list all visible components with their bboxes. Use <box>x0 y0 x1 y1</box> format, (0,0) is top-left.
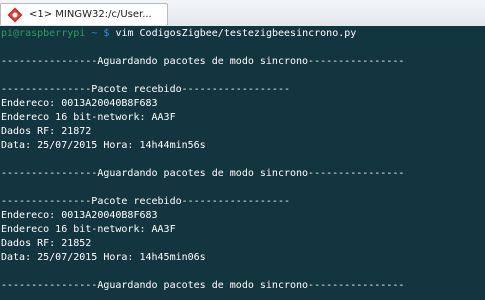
output-line: Data: 25/07/2015 Hora: 14h45min06s <box>1 252 206 263</box>
output-line: ----------------Aguardando pacotes de mo… <box>1 168 405 179</box>
prompt-user-host: pi@raspberrypi <box>1 28 86 39</box>
output-line: ---------------Pacote recebido----------… <box>1 84 290 95</box>
output-line: Dados RF: 21852 <box>1 238 92 249</box>
prompt-symbol: $ <box>103 28 110 39</box>
prompt-command: vim CodigosZigbee/testezigbeesincrono.py <box>115 28 357 39</box>
output-line: Endereco: 0013A20040B8F683 <box>1 98 158 109</box>
output-line: Endereco: 0013A20040B8F683 <box>1 210 158 221</box>
tab-title: <1> MINGW32:/c/User... <box>29 9 152 20</box>
terminal-window: <1> MINGW32:/c/User... pi@raspberrypi ~ … <box>0 0 485 300</box>
tab-bar: <1> MINGW32:/c/User... <box>0 0 485 26</box>
output-line: ----------------Aguardando pacotes de mo… <box>1 280 405 291</box>
output-line: ---------------Pacote recebido----------… <box>1 196 290 207</box>
output-line: ----------------Aguardando pacotes de mo… <box>1 56 405 67</box>
output-line: Endereco 16 bit-network: AA3F <box>1 112 176 123</box>
output-line: Dados RF: 21872 <box>1 126 92 137</box>
output-line: Endereco 16 bit-network: AA3F <box>1 224 176 235</box>
mingw-app-icon <box>7 7 23 23</box>
prompt-path: ~ <box>91 28 98 39</box>
terminal-output[interactable]: pi@raspberrypi ~ $ vim CodigosZigbee/tes… <box>0 26 485 300</box>
tab-mingw32[interactable]: <1> MINGW32:/c/User... <box>0 3 168 25</box>
prompt-line: pi@raspberrypi ~ $ vim CodigosZigbee/tes… <box>1 27 485 41</box>
output-line: Data: 25/07/2015 Hora: 14h44min56s <box>1 140 206 151</box>
